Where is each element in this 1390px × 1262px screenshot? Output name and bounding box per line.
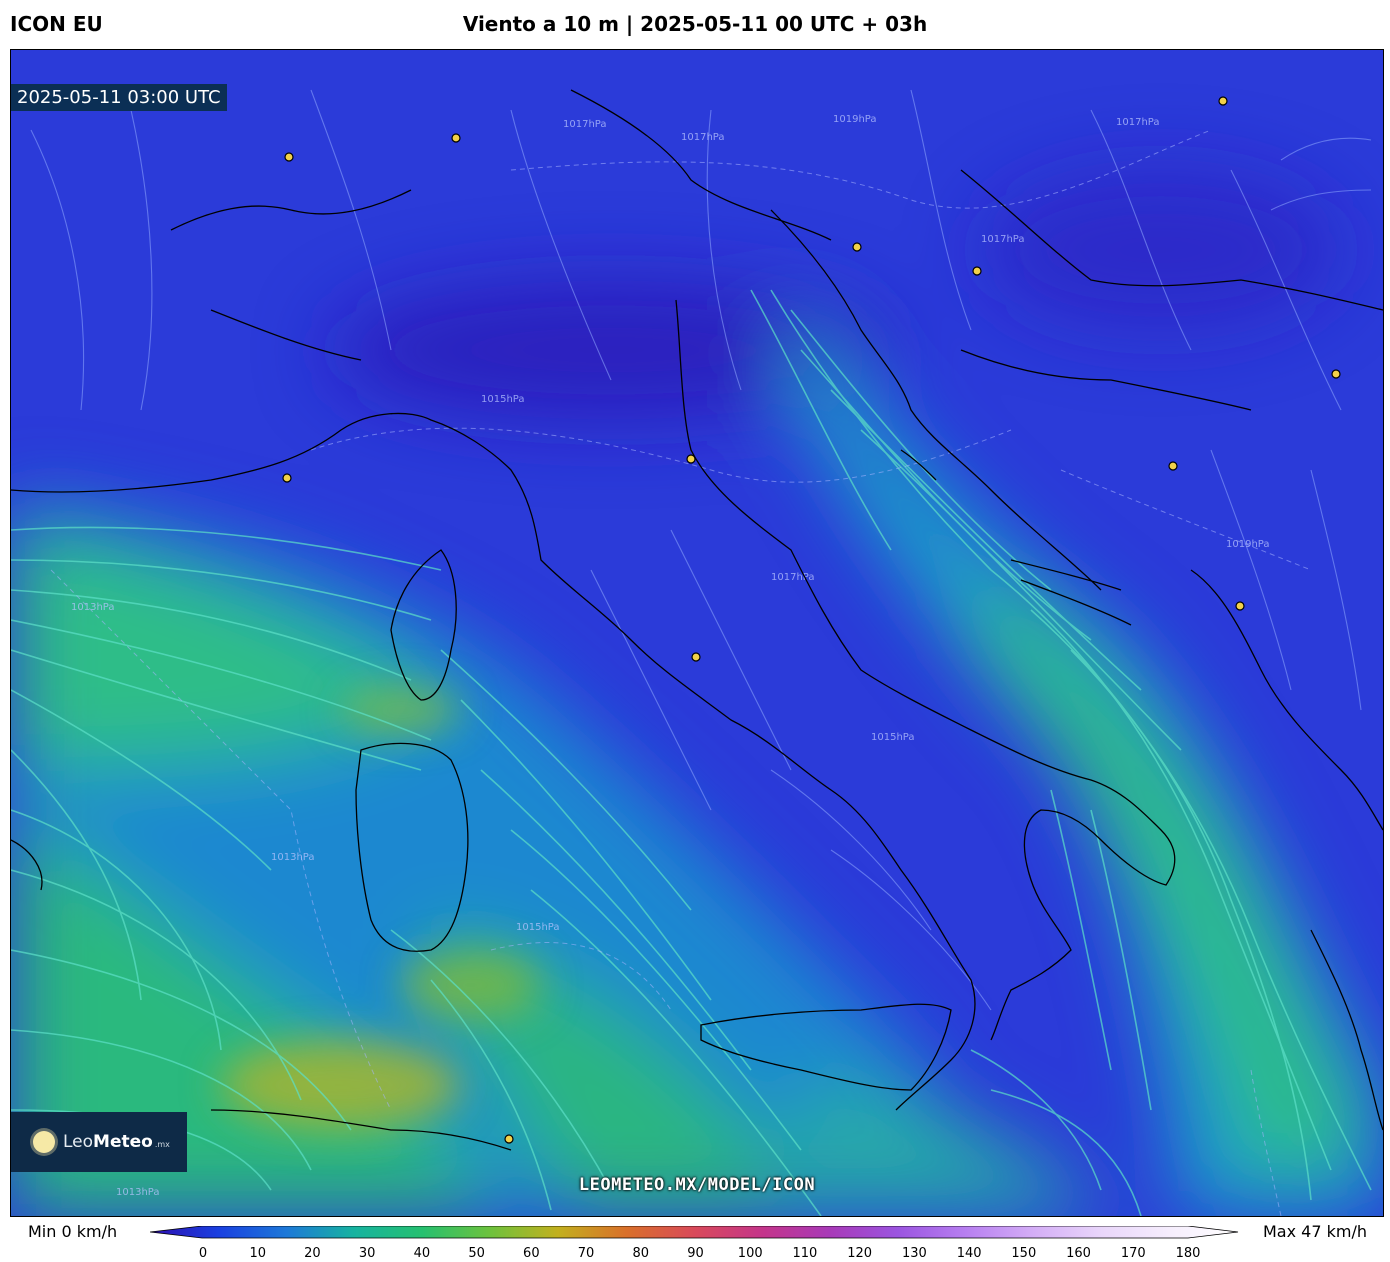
colorbar-tick-label: 130 bbox=[901, 1246, 927, 1261]
valid-time-label: 2025-05-11 03:00 UTC bbox=[11, 84, 227, 111]
city-marker bbox=[972, 266, 982, 276]
wind-map[interactable]: 1017hPa 1019hPa 1017hPa 1017hPa 1017hPa … bbox=[10, 49, 1384, 1217]
colorbar-tick-label: 140 bbox=[956, 1246, 982, 1261]
colorbar-tick-label: 100 bbox=[737, 1246, 763, 1261]
isobar-label: 1017hPa bbox=[1116, 117, 1160, 128]
isobar-label: 1013hPa bbox=[71, 602, 115, 613]
map-title: Viento a 10 m | 2025-05-11 00 UTC + 03h bbox=[462, 12, 928, 36]
leometeo-logo: LeoMeteo .mx bbox=[11, 1112, 187, 1172]
isobar-label: 1013hPa bbox=[271, 852, 315, 863]
isobar-label: 1017hPa bbox=[981, 234, 1025, 245]
colorbar-tick-label: 50 bbox=[468, 1246, 485, 1261]
city-marker bbox=[691, 652, 701, 662]
colorbar-tick-label: 80 bbox=[632, 1246, 650, 1261]
city-marker bbox=[284, 152, 294, 162]
city-marker bbox=[1235, 601, 1245, 611]
source-watermark: LEOMETEO.MX/MODEL/ICON bbox=[578, 1175, 816, 1195]
isobar-label: 1017hPa bbox=[681, 132, 725, 143]
colorbar-tick-label: 70 bbox=[577, 1246, 595, 1261]
wind-field: 1017hPa 1019hPa 1017hPa 1017hPa 1017hPa … bbox=[11, 50, 1383, 1216]
city-marker bbox=[1168, 461, 1178, 471]
isobar-label: 1015hPa bbox=[481, 394, 525, 405]
legend-max-label: Max 47 km/h bbox=[1263, 1222, 1367, 1241]
colorbar-tick-label: 10 bbox=[249, 1246, 266, 1261]
isobar-label: 1017hPa bbox=[563, 119, 607, 130]
logo-wordmark: LeoMeteo .mx bbox=[63, 1132, 170, 1152]
colorbar-tick-label: 110 bbox=[792, 1246, 818, 1261]
isobar-label: 1015hPa bbox=[516, 922, 560, 933]
isobar-label: 1019hPa bbox=[833, 114, 877, 125]
city-marker bbox=[1331, 369, 1341, 379]
wind-speed-colorbar bbox=[150, 1226, 1239, 1239]
colorbar-tick-label: 30 bbox=[358, 1246, 376, 1261]
colorbar-tick-label: 40 bbox=[413, 1246, 431, 1261]
colorbar-tick-label: 120 bbox=[847, 1246, 873, 1261]
isobar-label: 1015hPa bbox=[871, 732, 915, 743]
colorbar-tick-label: 150 bbox=[1011, 1246, 1037, 1261]
colorbar-tick-label: 90 bbox=[687, 1246, 704, 1261]
legend-min-label: Min 0 km/h bbox=[28, 1222, 118, 1241]
colorbar-tick-label: 180 bbox=[1175, 1246, 1201, 1261]
city-marker bbox=[282, 473, 292, 483]
city-marker bbox=[1218, 96, 1228, 106]
logo-suffix: .mx bbox=[154, 1140, 170, 1149]
city-marker bbox=[686, 454, 696, 464]
colorbar-tick-label: 60 bbox=[523, 1246, 540, 1261]
city-marker bbox=[504, 1134, 514, 1144]
isobar-label: 1017hPa bbox=[771, 572, 815, 583]
isobar-label: 1019hPa bbox=[1226, 539, 1270, 550]
colorbar-tick-label: 170 bbox=[1120, 1246, 1146, 1261]
city-marker bbox=[451, 133, 461, 143]
colorbar-tick-label: 0 bbox=[198, 1246, 208, 1261]
colorbar-tick-label: 160 bbox=[1066, 1246, 1091, 1261]
logo-name-light: Leo bbox=[63, 1132, 94, 1152]
colorbar-tick-label: 20 bbox=[304, 1246, 321, 1261]
logo-name-bold: Meteo bbox=[93, 1132, 153, 1152]
sun-icon bbox=[33, 1131, 55, 1153]
city-marker bbox=[852, 242, 862, 252]
